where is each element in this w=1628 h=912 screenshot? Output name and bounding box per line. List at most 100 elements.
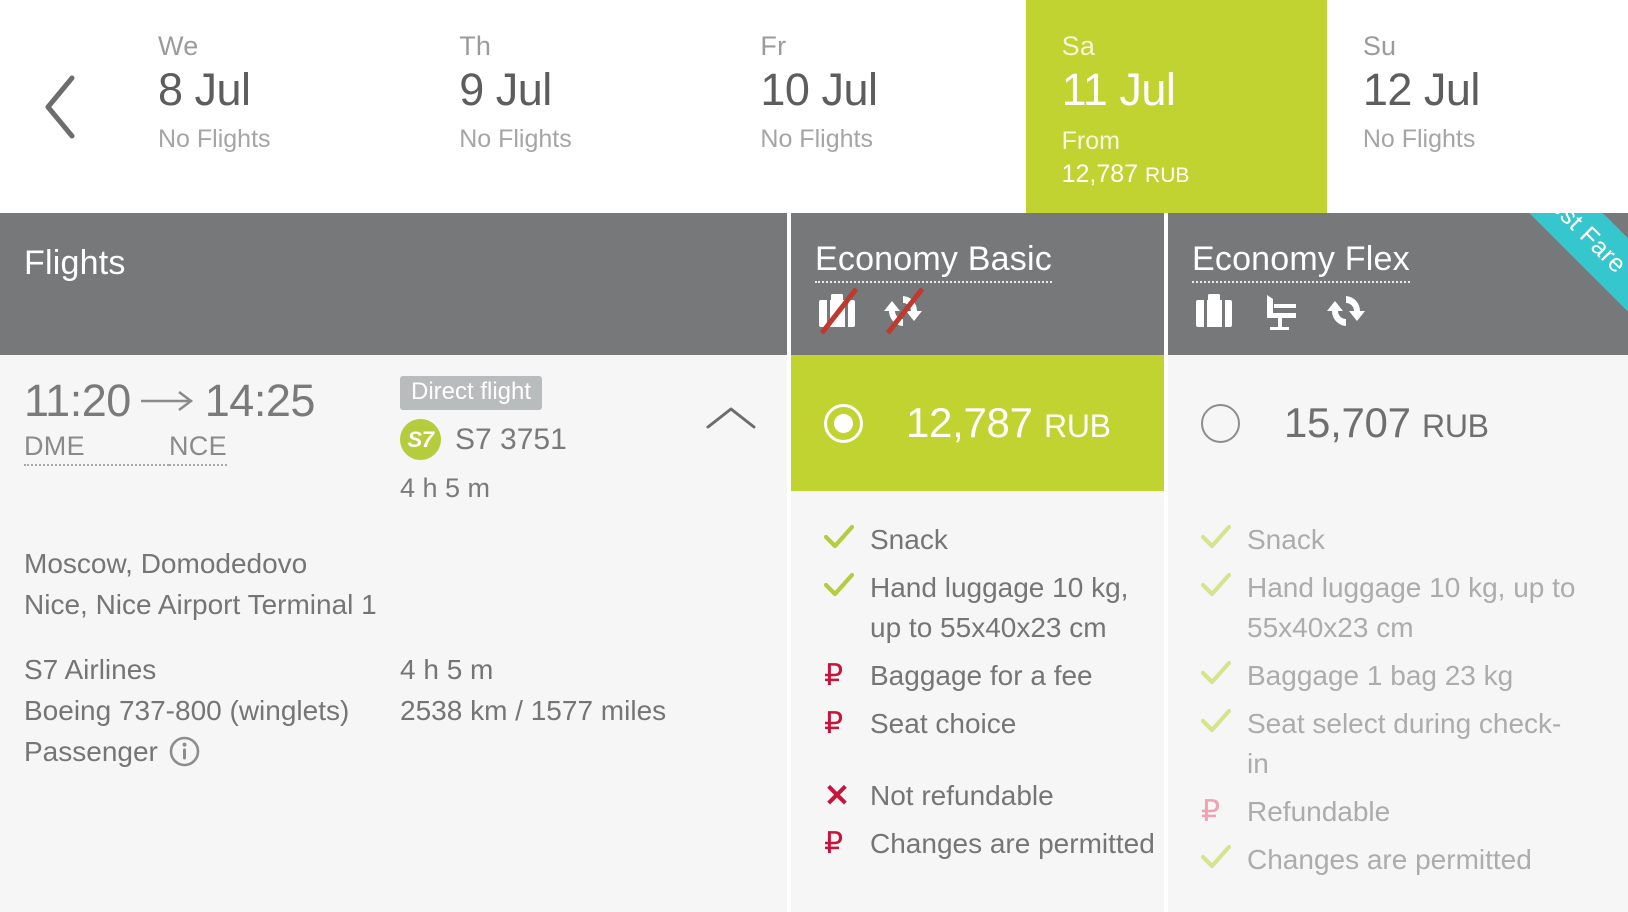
fare-feature: Baggage 1 bag 23 kg [1201, 656, 1628, 696]
collapse-flight-button[interactable] [705, 403, 757, 438]
suitcase-icon [815, 287, 859, 335]
date-cell-2[interactable]: Fr 10 Jul No Flights [724, 0, 1025, 213]
fare-header-economy-flex: Best Fare Economy Flex [1168, 213, 1628, 355]
date-status: No Flights [459, 125, 572, 153]
ruble-icon: ₽ [824, 659, 844, 692]
flight-times: 11:20 14:25 [24, 375, 400, 427]
date-price-amount: 12,787 [1061, 160, 1139, 188]
date-cell-1[interactable]: Th 9 Jul No Flights [423, 0, 724, 213]
fare-feature-label: Hand luggage 10 kg, up to 55x40x23 cm [1247, 572, 1576, 643]
aircraft-type: Boeing 737-800 (winglets) [24, 695, 350, 726]
flight-distance: 2538 km / 1577 miles [400, 695, 667, 726]
date-value: 9 Jul [459, 64, 552, 115]
fare-feature-label: Refundable [1247, 796, 1391, 827]
radio-dot [834, 413, 853, 433]
date-value: 10 Jul [760, 64, 878, 115]
arrive-time: 14:25 [204, 375, 316, 426]
ruble-icon: ₽ [1201, 795, 1221, 828]
date-strip: We 8 Jul No Flights Th 9 Jul No Flights … [0, 0, 1628, 213]
date-value: 8 Jul [158, 64, 251, 115]
chevron-up-icon [705, 407, 757, 437]
flights-header-label: Flights [24, 244, 126, 282]
fare-price-cell-flex[interactable]: 15,707 RUB [1168, 355, 1628, 491]
date-cell-0[interactable]: We 8 Jul No Flights [122, 0, 423, 213]
fare-feature: Changes are permitted [1201, 840, 1628, 880]
fare-feature-label: Not refundable [870, 780, 1054, 811]
flight-detail-block: Moscow, Domodedovo Nice, Nice Airport Te… [0, 504, 787, 772]
prev-dates-button[interactable] [0, 0, 122, 213]
depart-airport-code[interactable]: DME [24, 431, 169, 466]
fare-feature: ₽ Seat choice [824, 704, 1164, 744]
fare-table-body: 11:20 14:25 DME NCE Direct flight S7 S7 … [0, 355, 1628, 912]
date-price: 12,787 RUB [1062, 157, 1327, 193]
fare-feature: Snack [1201, 520, 1628, 560]
flight-number: S7 3751 [455, 422, 567, 456]
info-icon[interactable] [169, 736, 200, 767]
fare-feature: ₽ Changes are permitted [824, 824, 1164, 864]
origin-airport-full: Moscow, Domodedovo [24, 548, 308, 579]
flight-details-column: 11:20 14:25 DME NCE Direct flight S7 S7 … [0, 355, 787, 912]
date-dow: Fr [760, 31, 787, 61]
flight-duration: 4 h 5 m [400, 654, 494, 685]
arrow-right-icon [139, 388, 197, 414]
fare-name-label: Economy Flex [1192, 240, 1410, 283]
chevron-left-icon [42, 74, 80, 140]
date-status: No Flights [158, 125, 271, 153]
fare-feature-list-basic: Snack Hand luggage 10 kg, up to 55x40x23… [791, 491, 1164, 864]
direct-flight-badge: Direct flight [400, 376, 543, 410]
fare-icon-row [1168, 279, 1628, 331]
flight-duration-short: 4 h 5 m [400, 473, 491, 503]
fare-feature: ✕ Not refundable [824, 776, 1164, 816]
fare-radio-basic-selected[interactable] [824, 403, 863, 443]
date-status: No Flights [760, 125, 873, 153]
date-value: 11 Jul [1061, 64, 1176, 115]
flight-fare-selector: We 8 Jul No Flights Th 9 Jul No Flights … [0, 0, 1628, 912]
fare-price-flex: 15,707 RUB [1284, 399, 1489, 447]
fare-radio-flex[interactable] [1201, 403, 1240, 443]
fare-price-basic: 12,787 RUB [906, 399, 1111, 447]
fare-column-economy-basic: 12,787 RUB Snack Hand luggage 10 kg, up … [791, 355, 1164, 912]
date-dow: Th [459, 31, 492, 61]
fare-feature-label: Baggage 1 bag 23 kg [1247, 660, 1514, 691]
exchange-refresh-icon [1324, 291, 1368, 331]
arrive-airport-code[interactable]: NCE [169, 431, 227, 466]
fare-feature: Hand luggage 10 kg, up to 55x40x23 cm [1201, 568, 1628, 648]
flight-info-grid: S7 Airlines 4 h 5 m Boeing 737-800 (wing… [24, 649, 787, 772]
fare-column-economy-flex: 15,707 RUB Snack Hand luggage 10 kg, up … [1168, 355, 1628, 912]
fare-name-button[interactable]: Economy Basic [791, 213, 1052, 283]
airline-name: S7 Airlines [24, 654, 157, 685]
date-cell-3-selected[interactable]: Sa 11 Jul From 12,787 RUB [1025, 0, 1327, 213]
date-dow: We [158, 31, 199, 61]
fare-feature-label: Snack [1247, 524, 1325, 555]
date-price-currency: RUB [1145, 164, 1190, 187]
fare-feature: Snack [824, 520, 1164, 560]
flights-header-cell: Flights [0, 213, 787, 355]
fare-feature: ₽ Refundable [1201, 792, 1628, 832]
date-from-label: From [1061, 127, 1120, 155]
fare-table-header: Flights Economy Basic Best Fare Economy … [0, 213, 1628, 355]
fare-feature-label: Seat choice [870, 708, 1017, 739]
fare-price-currency: RUB [1044, 408, 1111, 444]
fare-feature: Seat select during check-in [1201, 704, 1628, 784]
date-dow: Su [1362, 31, 1397, 61]
cross-icon: ✕ [824, 778, 850, 813]
fare-feature: ₽ Baggage for a fee [824, 656, 1164, 696]
fare-price-cell-basic[interactable]: 12,787 RUB [791, 355, 1164, 491]
date-cell-4[interactable]: Su 12 Jul No Flights [1327, 0, 1628, 213]
date-status: No Flights [1362, 125, 1476, 153]
check-icon [1201, 568, 1247, 598]
passenger-row: Passenger [24, 731, 400, 772]
suitcase-icon [1192, 291, 1236, 331]
fare-feature-list-flex: Snack Hand luggage 10 kg, up to 55x40x23… [1168, 491, 1628, 880]
fare-price-currency: RUB [1422, 408, 1489, 444]
fare-name-button[interactable]: Economy Flex [1168, 213, 1410, 283]
check-icon [1201, 704, 1247, 734]
fare-feature: Hand luggage 10 kg, up to 55x40x23 cm [824, 568, 1164, 648]
check-icon [824, 520, 870, 550]
passenger-label: Passenger [24, 736, 158, 767]
check-icon [1201, 520, 1247, 550]
check-icon [1201, 840, 1247, 870]
destination-airport-full: Nice, Nice Airport Terminal 1 [24, 589, 377, 620]
fare-header-economy-basic: Economy Basic [791, 213, 1164, 355]
date-dow: Sa [1061, 31, 1096, 61]
